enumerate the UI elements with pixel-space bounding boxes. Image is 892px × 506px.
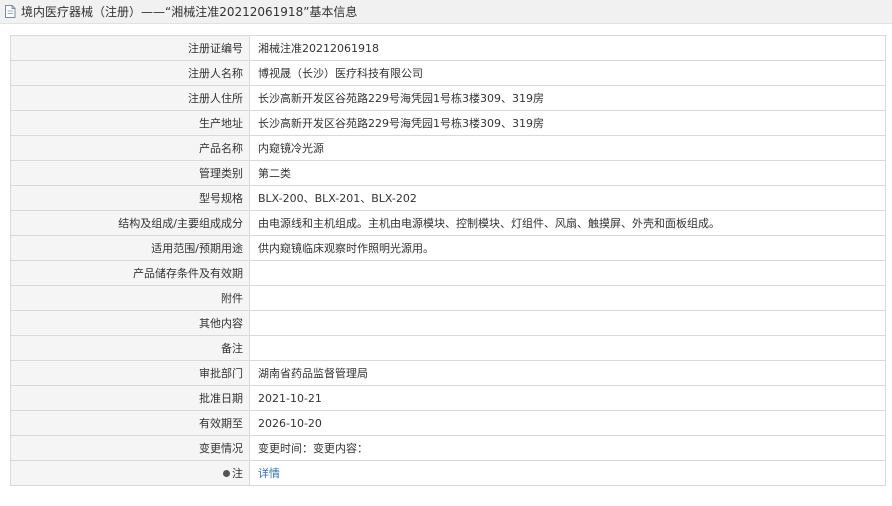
value-valid-until: 2026-10-20 bbox=[249, 410, 886, 436]
details-link[interactable]: 详情 bbox=[258, 467, 280, 480]
table-row-approval-dept: 审批部门 湖南省药品监督管理局 bbox=[10, 360, 886, 386]
table-row-scope: 适用范围/预期用途 供内窥镜临床观察时作照明光源用。 bbox=[10, 235, 886, 261]
value-category: 第二类 bbox=[249, 160, 886, 186]
bullet-icon bbox=[223, 469, 230, 477]
table-row-change: 变更情况 变更时间：变更内容： bbox=[10, 435, 886, 461]
value-storage bbox=[249, 260, 886, 286]
table-row-valid-until: 有效期至 2026-10-20 bbox=[10, 410, 886, 436]
value-production-address: 长沙高新开发区谷苑路229号海凭园1号栋3楼309、319房 bbox=[249, 110, 886, 136]
table-row-attachment: 附件 bbox=[10, 285, 886, 311]
label-scope: 适用范围/预期用途 bbox=[10, 235, 250, 261]
table-row-storage: 产品储存条件及有效期 bbox=[10, 260, 886, 286]
label-valid-until: 有效期至 bbox=[10, 410, 250, 436]
value-model: BLX-200、BLX-201、BLX-202 bbox=[249, 185, 886, 211]
label-registrant-name: 注册人名称 bbox=[10, 60, 250, 86]
table-row-registrant-address: 注册人住所 长沙高新开发区谷苑路229号海凭园1号栋3楼309、319房 bbox=[10, 85, 886, 111]
label-reg-no: 注册证编号 bbox=[10, 35, 250, 61]
value-registrant-name: 博视晟（长沙）医疗科技有限公司 bbox=[249, 60, 886, 86]
label-registrant-address: 注册人住所 bbox=[10, 85, 250, 111]
table-row-note: 注 详情 bbox=[10, 460, 886, 486]
label-model: 型号规格 bbox=[10, 185, 250, 211]
value-remarks bbox=[249, 335, 886, 361]
label-remarks: 备注 bbox=[10, 335, 250, 361]
table-row-product-name: 产品名称 内窥镜冷光源 bbox=[10, 135, 886, 161]
label-approval-dept: 审批部门 bbox=[10, 360, 250, 386]
value-other bbox=[249, 310, 886, 336]
value-composition: 由电源线和主机组成。主机由电源模块、控制模块、灯组件、风扇、触摸屏、外壳和面板组… bbox=[249, 210, 886, 236]
table-row-approval-date: 批准日期 2021-10-21 bbox=[10, 385, 886, 411]
document-icon bbox=[4, 5, 18, 19]
label-composition: 结构及组成/主要组成成分 bbox=[10, 210, 250, 236]
value-approval-dept: 湖南省药品监督管理局 bbox=[249, 360, 886, 386]
label-attachment: 附件 bbox=[10, 285, 250, 311]
label-production-address: 生产地址 bbox=[10, 110, 250, 136]
label-approval-date: 批准日期 bbox=[10, 385, 250, 411]
note-label: 注 bbox=[232, 467, 243, 480]
table-row-category: 管理类别 第二类 bbox=[10, 160, 886, 186]
page-header: 境内医疗器械（注册）——“湘械注准20212061918”基本信息 bbox=[0, 0, 892, 24]
table-row-remarks: 备注 bbox=[10, 335, 886, 361]
label-note: 注 bbox=[10, 460, 250, 486]
value-reg-no: 湘械注准20212061918 bbox=[249, 35, 886, 61]
table-row-composition: 结构及组成/主要组成成分 由电源线和主机组成。主机由电源模块、控制模块、灯组件、风… bbox=[10, 210, 886, 236]
label-category: 管理类别 bbox=[10, 160, 250, 186]
value-attachment bbox=[249, 285, 886, 311]
page-title: 境内医疗器械（注册）——“湘械注准20212061918”基本信息 bbox=[21, 5, 358, 19]
table-row-registrant-name: 注册人名称 博视晟（长沙）医疗科技有限公司 bbox=[10, 60, 886, 86]
value-registrant-address: 长沙高新开发区谷苑路229号海凭园1号栋3楼309、319房 bbox=[249, 85, 886, 111]
table-row-production-address: 生产地址 长沙高新开发区谷苑路229号海凭园1号栋3楼309、319房 bbox=[10, 110, 886, 136]
label-other: 其他内容 bbox=[10, 310, 250, 336]
info-table: 注册证编号 湘械注准20212061918 注册人名称 博视晟（长沙）医疗科技有限公司… bbox=[10, 35, 886, 486]
value-product-name: 内窥镜冷光源 bbox=[249, 135, 886, 161]
value-approval-date: 2021-10-21 bbox=[249, 385, 886, 411]
table-row-other: 其他内容 bbox=[10, 310, 886, 336]
value-note: 详情 bbox=[249, 460, 886, 486]
table-row-model: 型号规格 BLX-200、BLX-201、BLX-202 bbox=[10, 185, 886, 211]
label-product-name: 产品名称 bbox=[10, 135, 250, 161]
label-storage: 产品储存条件及有效期 bbox=[10, 260, 250, 286]
label-change: 变更情况 bbox=[10, 435, 250, 461]
value-scope: 供内窥镜临床观察时作照明光源用。 bbox=[249, 235, 886, 261]
table-row-reg-no: 注册证编号 湘械注准20212061918 bbox=[10, 35, 886, 61]
value-change: 变更时间：变更内容： bbox=[249, 435, 886, 461]
